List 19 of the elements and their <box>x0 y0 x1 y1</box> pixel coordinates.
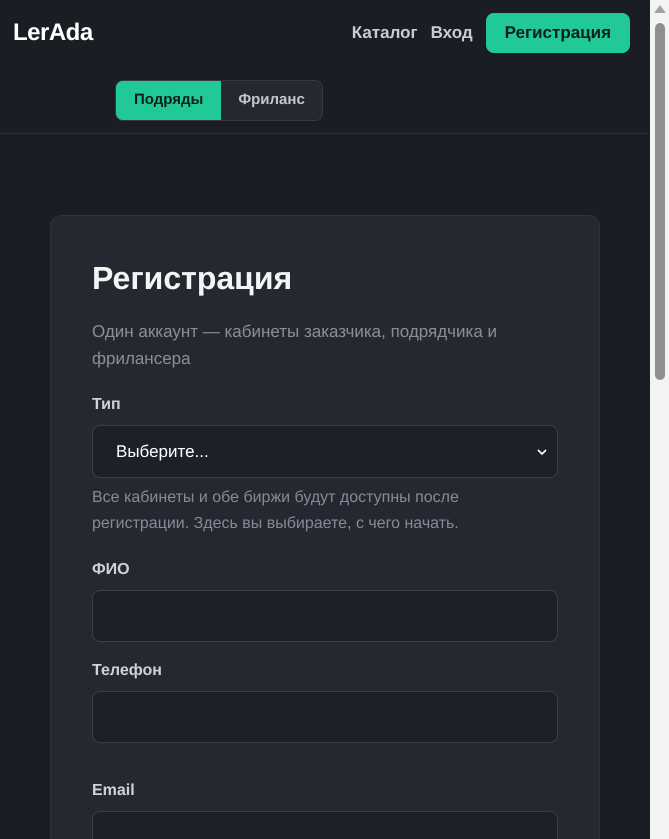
form-subtitle: Один аккаунт — кабинеты заказчика, подрядчика и фрилансера <box>92 321 498 370</box>
mode-tab[interactable]: Подряды <box>116 81 222 120</box>
scrollbar[interactable] <box>650 0 669 839</box>
input-field[interactable] <box>92 691 558 743</box>
form-title: Регистрация <box>92 259 294 298</box>
input-field[interactable] <box>92 590 558 642</box>
scroll-up-arrow-icon[interactable] <box>654 5 666 13</box>
scrollbar-thumb[interactable] <box>654 23 664 380</box>
field-hint: Все кабинеты и обе биржи будут доступны после регистрации. Здесь вы выбираете, с чего начать. <box>92 488 460 534</box>
field-label: Телефон <box>92 661 163 681</box>
field-label: ФИО <box>92 560 131 580</box>
field-label: Тип <box>92 395 122 415</box>
nav-link[interactable]: Каталог <box>352 20 418 46</box>
type-select[interactable]: Выберите... <box>92 425 558 478</box>
nav-link[interactable]: Вход <box>430 20 473 46</box>
chevron-down-icon <box>537 448 547 454</box>
logo[interactable]: LerAda <box>13 15 93 51</box>
field-label: Email <box>92 781 136 801</box>
register-button[interactable]: Регистрация <box>486 13 630 53</box>
